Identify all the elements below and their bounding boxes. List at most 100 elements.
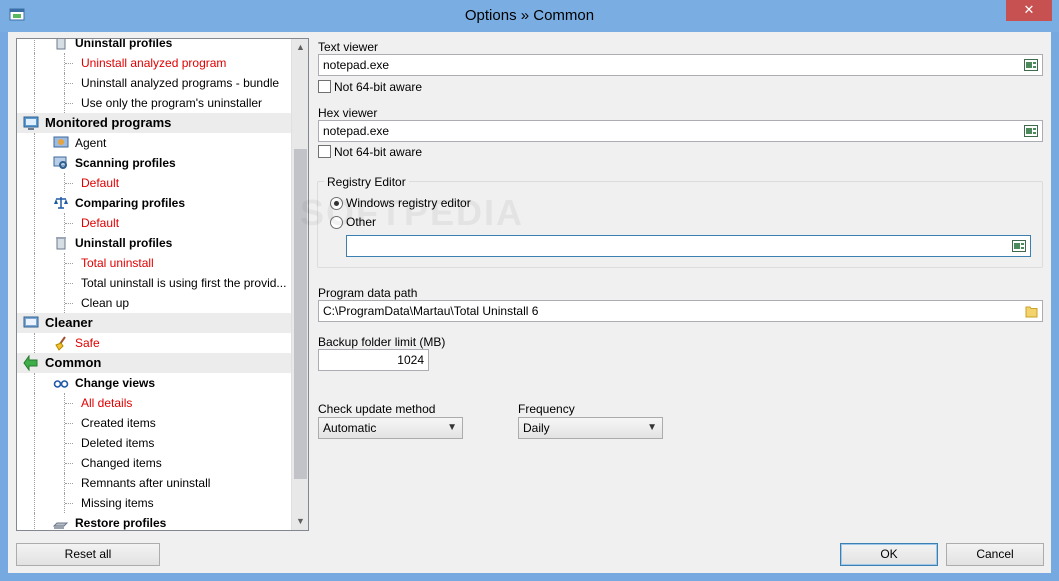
hex-viewer-64bit-label: Not 64-bit aware: [334, 145, 423, 159]
tree-connector: [65, 303, 73, 304]
tree-item[interactable]: Changed items: [17, 453, 292, 473]
tree-item-label: Created items: [81, 416, 156, 430]
tree-item[interactable]: Total uninstall is using first the provi…: [17, 273, 292, 293]
close-button[interactable]: ✕: [1006, 0, 1052, 21]
tree-item-label: Uninstall analyzed program: [81, 56, 227, 70]
folder-icon[interactable]: [1025, 304, 1038, 318]
check-update-method-label: Check update method: [318, 402, 436, 416]
chevron-down-icon: ▼: [447, 422, 457, 433]
text-viewer-64bit-checkbox[interactable]: [318, 80, 331, 93]
options-window: Options » Common ✕ Uninstall profiles Uni…: [0, 0, 1059, 581]
tree-item[interactable]: Created items: [17, 413, 292, 433]
tree-item-label: Monitored programs: [45, 115, 172, 130]
recycle-bin-icon: [53, 39, 69, 51]
tree-connector: [65, 483, 73, 484]
frequency-select[interactable]: Daily ▼: [518, 417, 663, 439]
tree-item-label: Cleaner: [45, 315, 93, 330]
reset-all-button[interactable]: Reset all: [16, 543, 160, 566]
dialog-client: Uninstall profiles Uninstall analyzed pro…: [8, 32, 1051, 573]
text-viewer-label: Text viewer: [318, 40, 379, 54]
text-viewer-input[interactable]: notepad.exe: [318, 54, 1043, 76]
tree-item[interactable]: Default: [17, 173, 292, 193]
tree-item[interactable]: Monitored programs: [17, 113, 292, 133]
text-viewer-value: notepad.exe: [323, 58, 390, 72]
tree-connector: [34, 213, 35, 233]
tree-item[interactable]: Scanning profiles: [17, 153, 292, 173]
tree-item-label: Use only the program's uninstaller: [81, 96, 263, 110]
window-title: Options » Common: [464, 7, 595, 24]
tree-connector: [34, 453, 35, 473]
tree-item[interactable]: Uninstall analyzed program: [17, 53, 292, 73]
text-viewer-64bit-label: Not 64-bit aware: [334, 80, 423, 94]
cleaner-icon: [23, 315, 39, 331]
tree-item[interactable]: Remnants after uninstall: [17, 473, 292, 493]
tree-item[interactable]: Safe: [17, 333, 292, 353]
program-data-path-label: Program data path: [318, 286, 418, 300]
tree-item-label: Safe: [75, 336, 100, 350]
browse-icon[interactable]: [1024, 125, 1038, 137]
restore-icon: [52, 515, 69, 530]
tree-item[interactable]: Common: [17, 353, 292, 373]
backup-folder-limit-value: 1024: [397, 353, 424, 367]
browse-icon[interactable]: [1024, 59, 1038, 71]
tree-connector: [34, 513, 35, 530]
hex-viewer-64bit-checkbox[interactable]: [318, 145, 331, 158]
tree-connector: [34, 393, 35, 413]
recycle-bin-icon: [53, 235, 69, 251]
tree-item-label: Uninstall profiles: [75, 38, 173, 50]
tree-item[interactable]: Total uninstall: [17, 253, 292, 273]
tree-item[interactable]: Comparing profiles: [17, 193, 292, 213]
ok-button[interactable]: OK: [840, 543, 938, 566]
tree-connector: [34, 293, 35, 313]
tree-item[interactable]: Restore profiles: [17, 513, 292, 530]
tree-connector: [65, 103, 73, 104]
tree-item-label: Default: [81, 216, 120, 230]
tree-connector: [34, 73, 35, 93]
frequency-value: Daily: [523, 421, 550, 435]
tree-connector: [65, 423, 73, 424]
backup-folder-limit-input[interactable]: 1024: [318, 349, 429, 371]
tree-connector: [34, 433, 35, 453]
tree-item-label: Scanning profiles: [75, 156, 176, 170]
tree-item[interactable]: Change views: [17, 373, 292, 393]
tree-item-label: Changed items: [81, 456, 162, 470]
other-registry-editor-input[interactable]: [346, 235, 1031, 257]
cancel-button[interactable]: Cancel: [946, 543, 1044, 566]
tree-scrollbar[interactable]: ▲ ▼: [291, 39, 308, 530]
tree-item[interactable]: All details: [17, 393, 292, 413]
tree-item[interactable]: Uninstall profiles: [17, 233, 292, 253]
tree-item[interactable]: Agent: [17, 133, 292, 153]
check-update-method-select[interactable]: Automatic ▼: [318, 417, 463, 439]
tree-connector: [34, 39, 35, 53]
tree-item[interactable]: Cleaner: [17, 313, 292, 333]
title-bar[interactable]: Options » Common ✕: [0, 0, 1059, 32]
broom-icon: [53, 335, 69, 351]
scroll-down-icon[interactable]: ▼: [292, 513, 308, 530]
tree-item[interactable]: Missing items: [17, 493, 292, 513]
browse-icon[interactable]: [1012, 240, 1026, 252]
monitor-programs-icon: [23, 115, 39, 131]
tree-connector: [34, 173, 35, 193]
program-data-path-input[interactable]: C:\ProgramData\Martau\Total Uninstall 6: [318, 300, 1043, 322]
tree-item[interactable]: Use only the program's uninstaller: [17, 93, 292, 113]
tree-connector: [34, 233, 35, 253]
watermark: SOFTPEDIA: [300, 192, 525, 233]
tree-item[interactable]: Uninstall analyzed programs - bundle: [17, 73, 292, 93]
tree-connector: [34, 273, 35, 293]
registry-editor-label: Registry Editor: [324, 175, 409, 189]
tree-connector: [34, 93, 35, 113]
tree-connector: [65, 223, 73, 224]
tree-item-label: Uninstall analyzed programs - bundle: [81, 76, 280, 90]
tree-item[interactable]: Deleted items: [17, 433, 292, 453]
hex-viewer-value: notepad.exe: [323, 124, 390, 138]
chevron-down-icon: ▼: [647, 422, 657, 433]
tree-item[interactable]: Default: [17, 213, 292, 233]
tree-item[interactable]: Uninstall profiles: [17, 38, 292, 53]
scroll-up-icon[interactable]: ▲: [292, 39, 308, 56]
tree-item-label: Default: [81, 176, 120, 190]
tree-item[interactable]: Clean up: [17, 293, 292, 313]
tree-item-label: Clean up: [81, 296, 130, 310]
options-tree[interactable]: Uninstall profiles Uninstall analyzed pro…: [16, 38, 309, 531]
check-update-method-value: Automatic: [323, 421, 377, 435]
hex-viewer-input[interactable]: notepad.exe: [318, 120, 1043, 142]
